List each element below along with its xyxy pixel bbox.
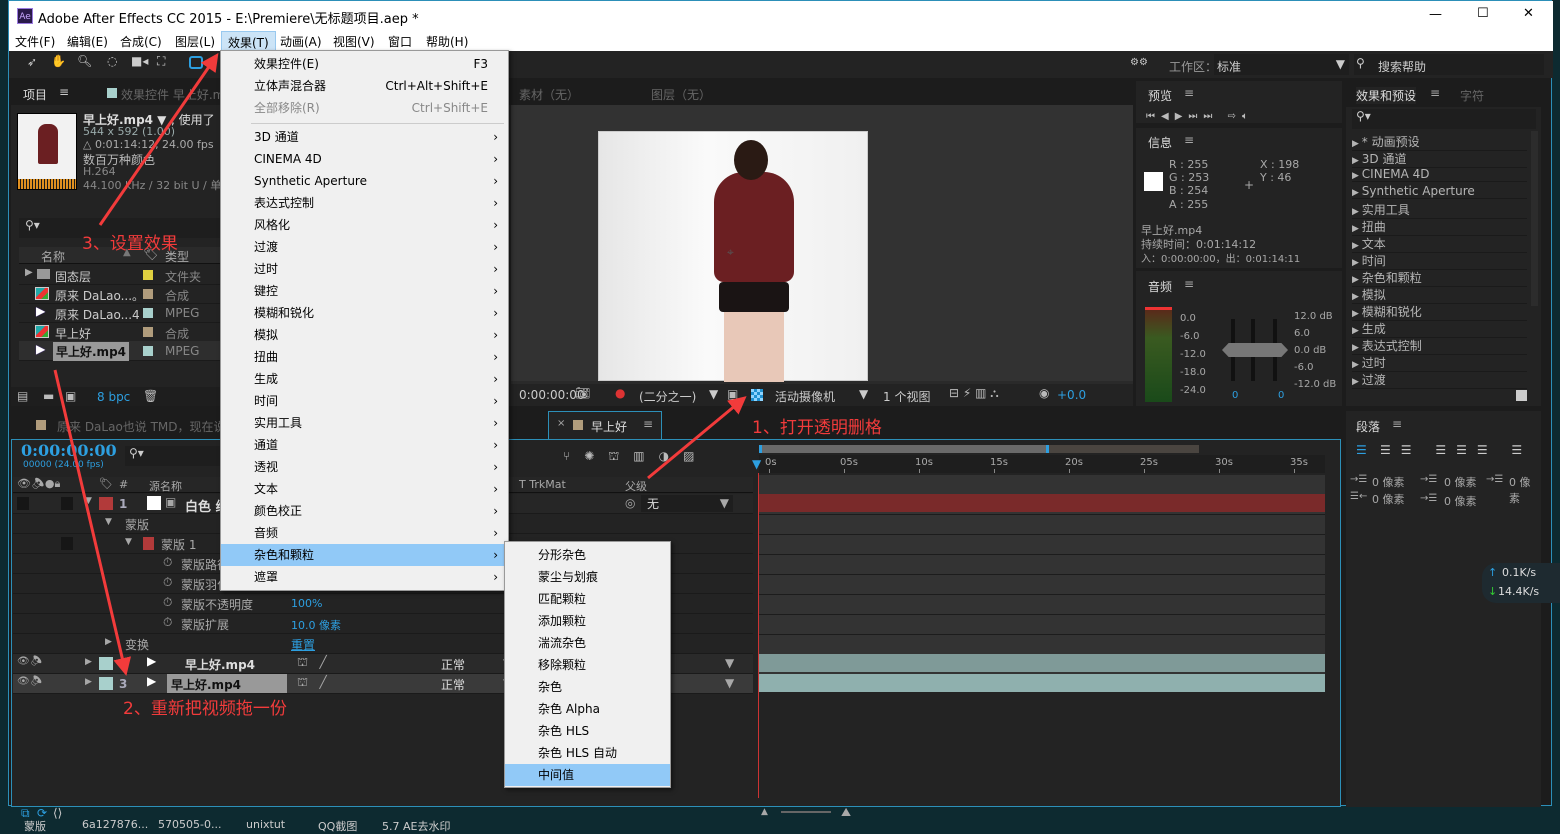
arrow-step3	[98, 53, 219, 226]
annotation-step3: 3、设置效果	[82, 234, 178, 254]
arrow-step2	[53, 369, 132, 676]
annotation-step1: 1、打开透明删格	[752, 418, 882, 438]
arrow-step1	[647, 396, 747, 480]
annotation-step2: 2、重新把视频拖一份	[123, 699, 287, 719]
